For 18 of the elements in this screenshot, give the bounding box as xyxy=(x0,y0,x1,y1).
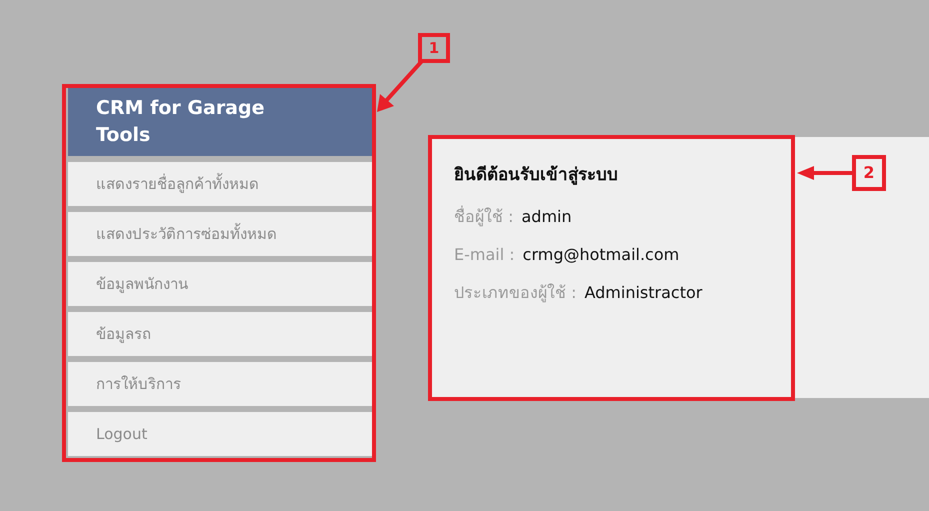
callout-arrow xyxy=(797,166,852,180)
callout-number: 1 xyxy=(418,33,450,63)
callout-number: 2 xyxy=(852,155,886,191)
field-value: Administractor xyxy=(584,282,702,304)
field-value: crmg@hotmail.com xyxy=(522,244,680,266)
menu-item[interactable]: แสดงรายชื่อลูกค้าทั้งหมด xyxy=(68,162,372,206)
field-value: admin xyxy=(521,206,572,228)
welcome-heading: ยินดีต้อนรับเข้าสู่ระบบ xyxy=(454,164,618,187)
app-title: CRM for Garage Tools xyxy=(68,88,372,156)
field-label: E-mail : xyxy=(454,244,515,266)
menu-item[interactable]: ข้อมูลรถ xyxy=(68,312,372,356)
field-label: ประเภทของผู้ใช้ : xyxy=(454,282,576,304)
menu-item[interactable]: การให้บริการ xyxy=(68,362,372,406)
callout-arrow xyxy=(377,60,424,112)
field-label: ชื่อผู้ใช้ : xyxy=(454,204,514,228)
menu-item[interactable]: Logout xyxy=(68,412,372,456)
menu-item[interactable]: ข้อมูลพนักงาน xyxy=(68,262,372,306)
menu-item[interactable]: แสดงประวัติการซ่อมทั้งหมด xyxy=(68,212,372,256)
